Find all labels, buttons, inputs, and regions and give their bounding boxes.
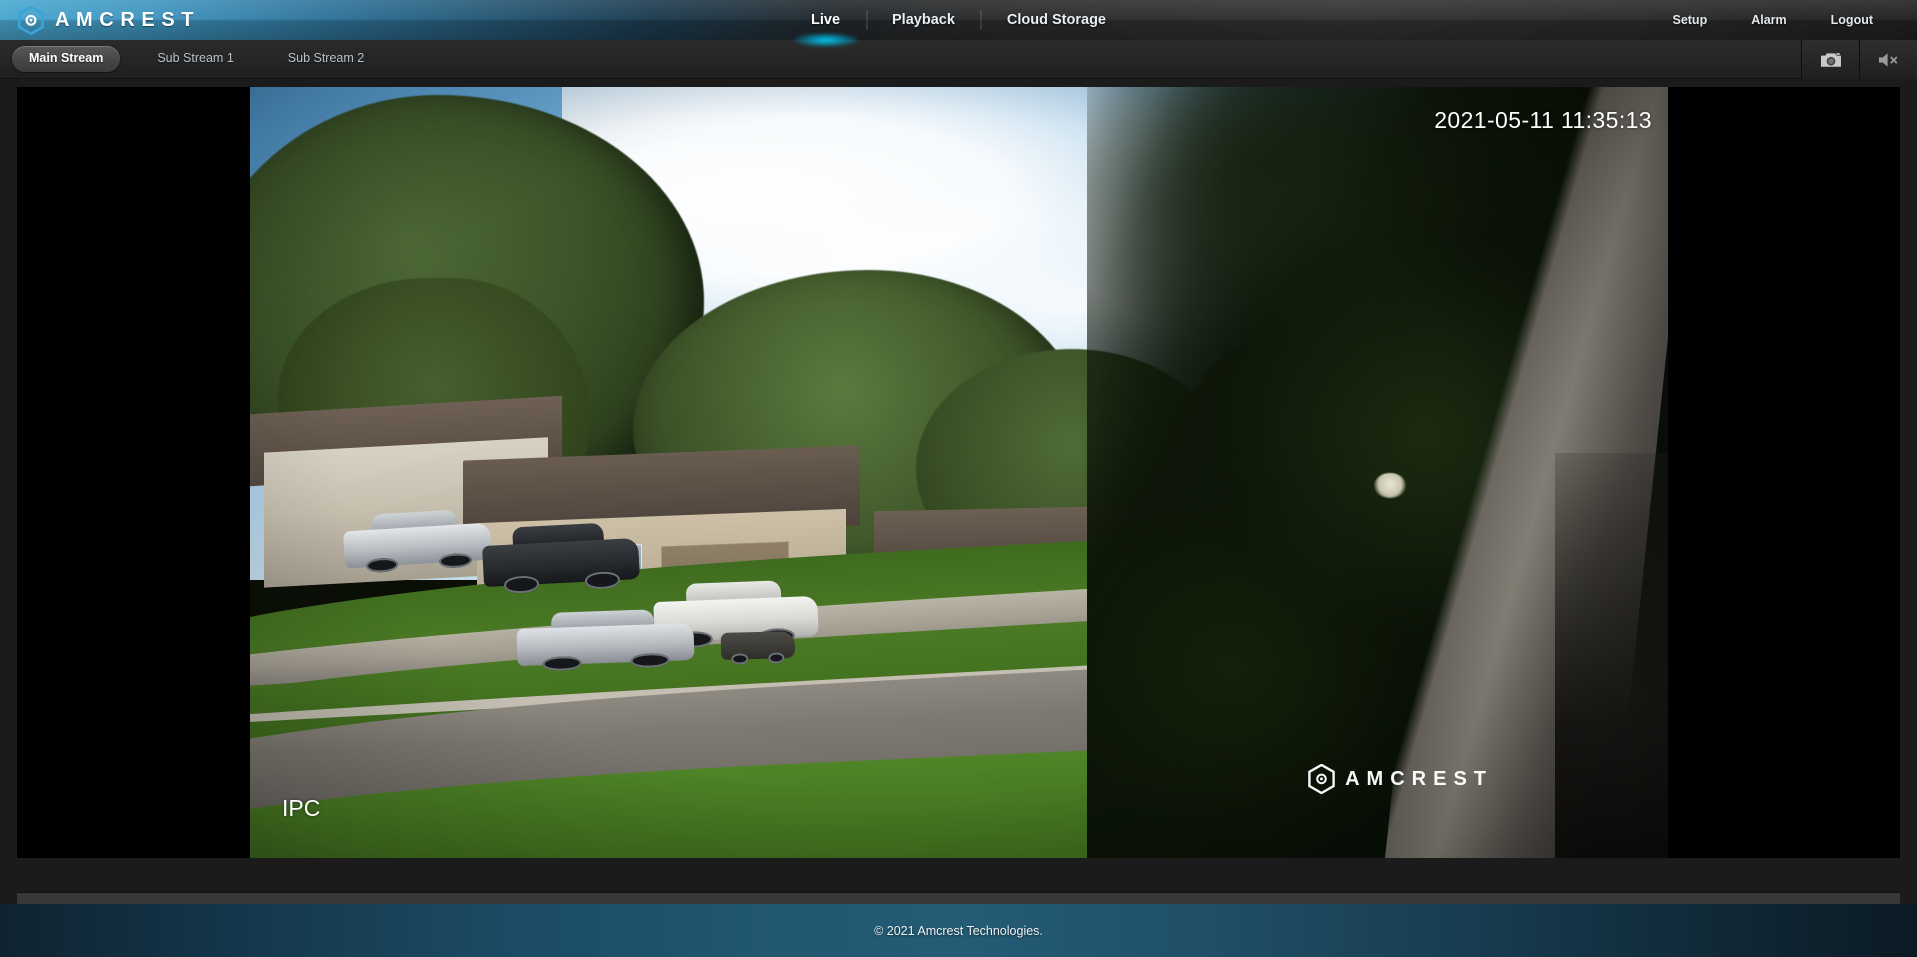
video-stage: 2021-05-11 11:35:13 IPC AMCREST	[0, 79, 1917, 892]
stream-tab-main[interactable]: Main Stream	[12, 46, 121, 72]
audio-muted-icon	[1877, 51, 1901, 69]
osd-channel-name: IPC	[282, 795, 321, 821]
osd-timestamp: 2021-05-11 11:35:13	[1434, 107, 1652, 133]
amcrest-hex-logo-icon	[18, 5, 44, 35]
stream-tab-list: Main Stream Sub Stream 1 Sub Stream 2	[12, 46, 401, 72]
app-header: AMCREST Live Playback Cloud Storage Setu…	[0, 0, 1917, 40]
nav-item-logout[interactable]: Logout	[1809, 0, 1895, 40]
scene-car-silver-driveway	[342, 509, 493, 574]
brand-logo[interactable]: AMCREST	[18, 0, 200, 40]
nav-item-setup[interactable]: Setup	[1650, 0, 1729, 40]
stream-tab-sub-2[interactable]: Sub Stream 2	[271, 46, 381, 72]
stream-tool-buttons	[1801, 40, 1917, 79]
scene-car-dark-suv	[481, 522, 640, 594]
nav-item-cloud-storage[interactable]: Cloud Storage	[980, 0, 1132, 40]
scene-magnolia-flower	[1374, 472, 1406, 498]
nav-item-playback[interactable]: Playback	[866, 0, 981, 40]
brand-name: AMCREST	[55, 9, 201, 31]
video-picture: 2021-05-11 11:35:13 IPC AMCREST	[250, 87, 1668, 882]
page-footer: © 2021 Amcrest Technologies.	[0, 904, 1917, 957]
snapshot-icon	[1820, 51, 1842, 69]
snapshot-button[interactable]	[1801, 40, 1859, 79]
footer-copyright: © 2021 Amcrest Technologies.	[874, 923, 1043, 938]
video-player[interactable]: 2021-05-11 11:35:13 IPC AMCREST	[17, 87, 1900, 882]
scene-car-dark-small	[720, 631, 795, 665]
scene-building-shadow	[1554, 452, 1668, 882]
nav-item-live[interactable]: Live	[785, 0, 866, 40]
nav-item-alarm[interactable]: Alarm	[1729, 0, 1808, 40]
utility-nav: Setup Alarm Logout	[1650, 0, 1917, 40]
stream-tab-sub-1[interactable]: Sub Stream 1	[140, 46, 250, 72]
stream-toolbar: Main Stream Sub Stream 1 Sub Stream 2	[0, 40, 1917, 79]
osd-watermark: AMCREST	[1308, 763, 1493, 795]
scene-car-silver-street	[515, 608, 695, 672]
osd-watermark-text: AMCREST	[1345, 768, 1493, 790]
audio-mute-button[interactable]	[1859, 40, 1917, 79]
primary-nav: Live Playback Cloud Storage	[785, 0, 1132, 40]
amcrest-watermark-hex-icon	[1308, 763, 1335, 795]
